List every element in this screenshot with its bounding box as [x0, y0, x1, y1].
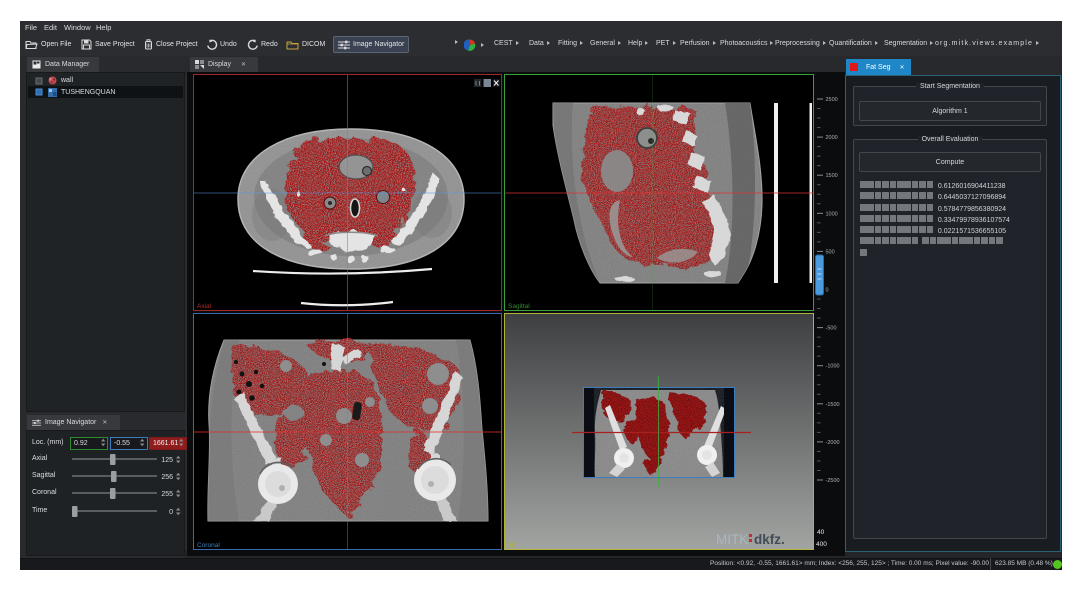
svg-text:40: 40 [817, 529, 825, 536]
svg-text:1500: 1500 [826, 173, 838, 179]
svg-text:dkfz.: dkfz. [754, 532, 785, 547]
svg-text:Sagittal: Sagittal [508, 303, 530, 310]
svg-text:-500: -500 [826, 326, 837, 332]
svg-text:MITK: MITK [716, 532, 748, 547]
svg-text:-2000: -2000 [826, 440, 840, 446]
svg-text:0: 0 [826, 288, 829, 294]
svg-text:1000: 1000 [826, 211, 838, 217]
svg-text:3D: 3D [508, 542, 517, 549]
svg-text:-2500: -2500 [826, 478, 840, 484]
svg-text:-1500: -1500 [826, 402, 840, 408]
svg-text:400: 400 [816, 541, 827, 548]
svg-text:255: 255 [161, 491, 173, 498]
svg-text:125: 125 [161, 457, 173, 464]
svg-text:500: 500 [826, 249, 835, 255]
svg-text:0: 0 [169, 509, 173, 516]
svg-text:Coronal: Coronal [197, 542, 220, 549]
svg-text:2500: 2500 [826, 97, 838, 103]
svg-text:256: 256 [161, 474, 173, 481]
svg-text:-1000: -1000 [826, 364, 840, 370]
svg-text:Axial: Axial [197, 303, 212, 310]
svg-text:2000: 2000 [826, 135, 838, 141]
